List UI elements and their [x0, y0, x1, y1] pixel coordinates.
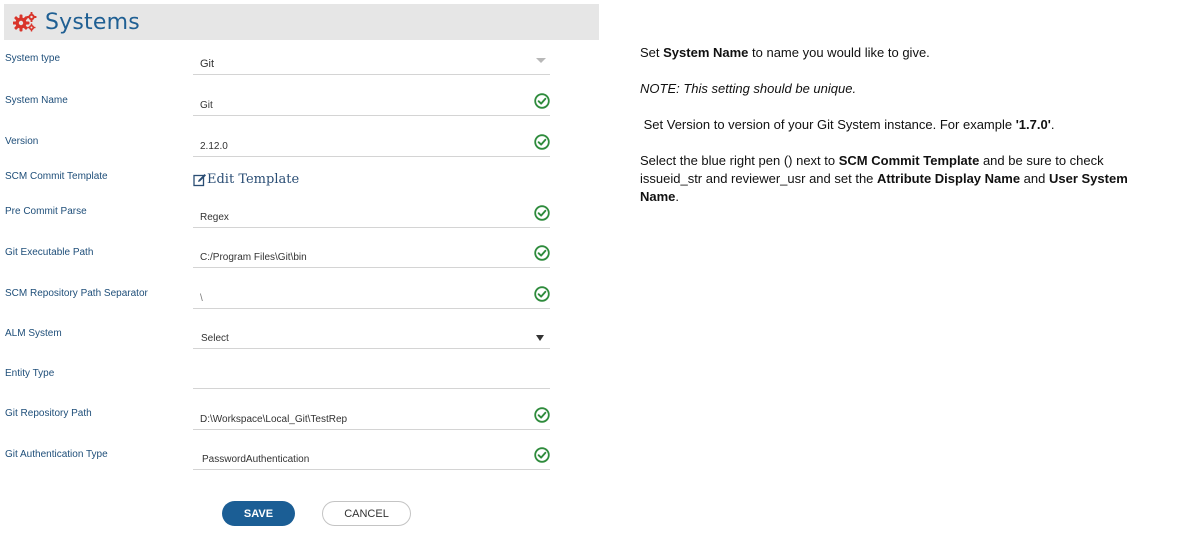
scm-repo-path-separator-input[interactable]: \ — [193, 282, 550, 309]
version-label: Version — [5, 136, 39, 147]
help-text: . — [675, 189, 680, 204]
alm-system-label: ALM System — [5, 328, 62, 339]
version-value: 2.12.0 — [200, 141, 228, 152]
pre-commit-parse-input[interactable]: Regex — [193, 201, 550, 228]
page-title: Systems — [45, 9, 140, 35]
help-text: Set — [640, 45, 664, 60]
help-panel: Set System Name to name you would like t… — [640, 44, 1160, 224]
edit-icon — [193, 173, 207, 187]
scm-repo-path-separator-label: SCM Repository Path Separator — [5, 288, 148, 299]
system-name-value: Git — [200, 100, 213, 111]
system-type-select[interactable]: Git — [193, 48, 550, 75]
git-authentication-type-input[interactable]: PasswordAuthentication — [193, 443, 550, 470]
save-button[interactable]: SAVE — [222, 501, 295, 526]
check-circle-icon — [534, 447, 550, 463]
git-repository-path-label: Git Repository Path — [5, 408, 92, 419]
alm-system-value: Select — [201, 333, 229, 344]
gears-icon — [13, 11, 37, 33]
git-executable-path-label: Git Executable Path — [5, 247, 94, 258]
git-executable-path-input[interactable]: C:/Program Files\Git\bin — [193, 241, 550, 268]
system-name-input[interactable]: Git — [193, 89, 550, 116]
system-type-label: System type — [5, 53, 61, 64]
help-text: to name you would like to give. — [748, 45, 930, 60]
git-repository-path-input[interactable]: D:\Workspace\Local_Git\TestRep — [193, 403, 550, 430]
git-authentication-type-label: Git Authentication Type — [5, 449, 108, 460]
check-circle-icon — [534, 205, 550, 221]
help-text: Set Version to version of your Git Syste… — [640, 117, 1016, 132]
help-text: . — [1050, 117, 1055, 132]
edit-template-link[interactable]: Edit Template — [193, 172, 299, 187]
system-name-label: System Name — [5, 95, 68, 106]
chevron-down-icon[interactable] — [536, 58, 546, 63]
help-note-text: NOTE: This setting should be unique. — [640, 81, 857, 96]
scm-commit-template-label: SCM Commit Template — [5, 171, 108, 182]
alm-system-select[interactable]: Select — [193, 322, 550, 349]
help-paragraph: Set Version to version of your Git Syste… — [640, 116, 1160, 134]
help-bold-text: System Name — [663, 45, 749, 60]
check-circle-icon — [534, 134, 550, 150]
git-executable-path-value: C:/Program Files\Git\bin — [200, 252, 307, 263]
git-authentication-type-value: PasswordAuthentication — [202, 454, 310, 465]
help-paragraph: Select the blue right pen () next to SCM… — [640, 152, 1160, 206]
caret-down-icon[interactable] — [536, 335, 544, 341]
cancel-button[interactable]: CANCEL — [322, 501, 411, 526]
help-bold-text: '1.7.0' — [1015, 117, 1051, 132]
pre-commit-parse-value: Regex — [200, 212, 229, 223]
version-input[interactable]: 2.12.0 — [193, 130, 550, 157]
entity-type-label: Entity Type — [5, 368, 55, 379]
edit-template-text: Edit Template — [207, 172, 300, 187]
check-circle-icon — [534, 286, 550, 302]
check-circle-icon — [534, 407, 550, 423]
check-circle-icon — [534, 245, 550, 261]
help-text: and — [1020, 171, 1049, 186]
help-text: Select the blue right pen () next to — [640, 153, 839, 168]
help-bold-text: Attribute Display Name — [877, 171, 1021, 186]
help-bold-text: SCM Commit Template — [838, 153, 980, 168]
system-type-value: Git — [200, 58, 215, 70]
scm-repo-path-separator-value: \ — [200, 293, 203, 304]
entity-type-input[interactable] — [193, 362, 550, 389]
pre-commit-parse-label: Pre Commit Parse — [5, 206, 87, 217]
page-header: Systems — [4, 4, 599, 40]
help-paragraph: Set System Name to name you would like t… — [640, 44, 1160, 62]
check-circle-icon — [534, 93, 550, 109]
git-repository-path-value: D:\Workspace\Local_Git\TestRep — [200, 414, 348, 425]
help-note: NOTE: This setting should be unique. — [640, 80, 1160, 98]
